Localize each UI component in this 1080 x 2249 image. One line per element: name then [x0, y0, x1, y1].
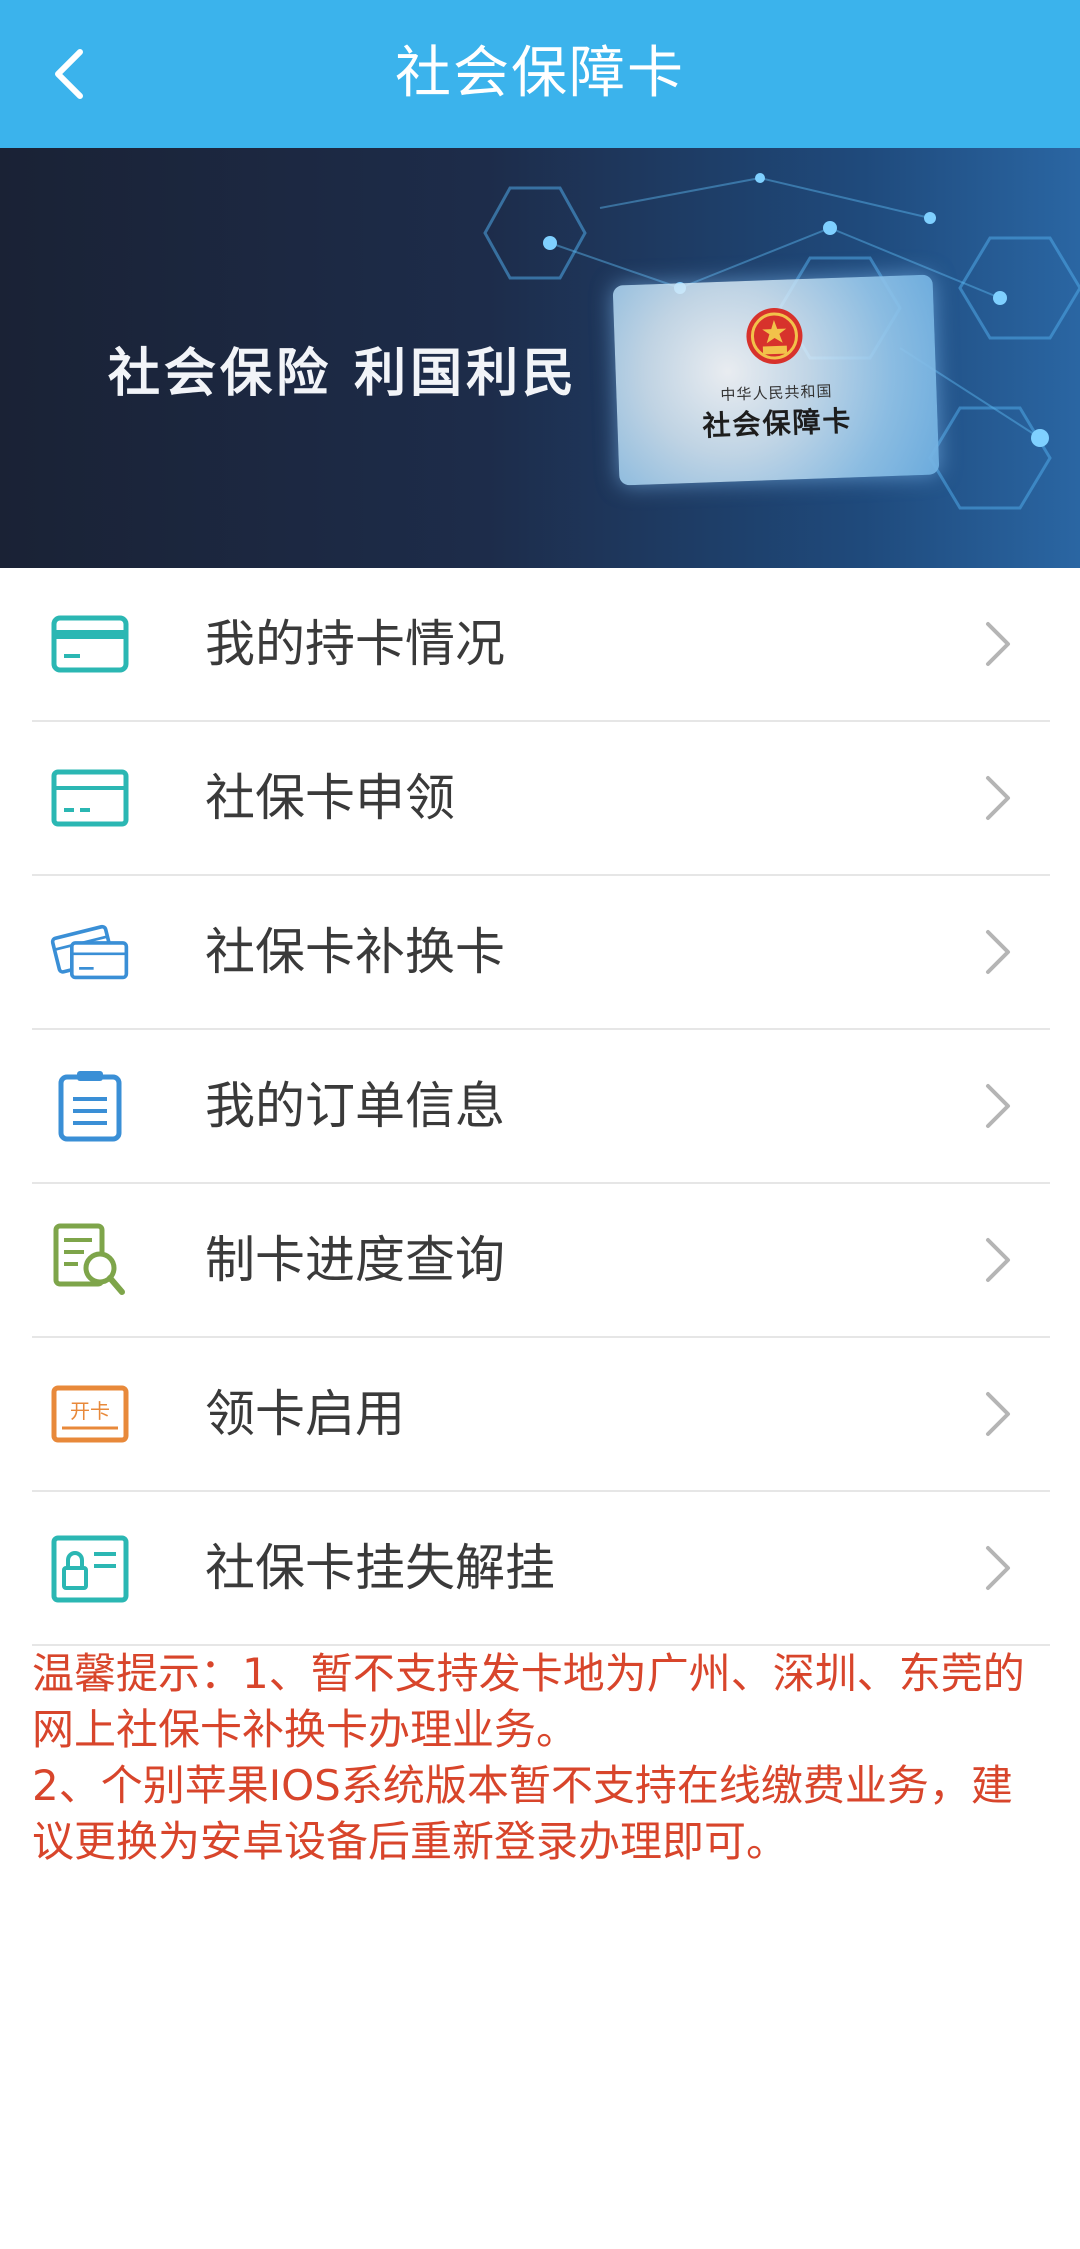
- notice-text: 温馨提示：1、暂不支持发卡地为广州、深圳、东莞的网上社保卡补换卡办理业务。 2、…: [32, 1646, 1050, 1870]
- chevron-right-icon: [986, 1392, 1010, 1436]
- chevron-right-icon: [986, 776, 1010, 820]
- clipboard-icon: [50, 1070, 130, 1142]
- menu-item-label: 社保卡补换卡: [205, 923, 505, 981]
- chevron-right-icon: [986, 622, 1010, 666]
- menu-item-card-replace[interactable]: 社保卡补换卡: [32, 876, 1050, 1030]
- menu-item-card-lock[interactable]: 社保卡挂失解挂: [32, 1492, 1050, 1646]
- menu-item-label: 社保卡挂失解挂: [205, 1539, 555, 1597]
- social-security-card-image: 中华人民共和国 社会保障卡: [612, 274, 940, 486]
- card-lock-icon: [50, 1532, 130, 1604]
- card-icon: [50, 608, 130, 680]
- document-search-icon: [50, 1223, 130, 1296]
- menu-item-card-status[interactable]: 我的持卡情况: [32, 568, 1050, 722]
- menu-item-label: 我的持卡情况: [205, 615, 505, 673]
- card-apply-icon: [50, 762, 130, 834]
- chevron-right-icon: [986, 1546, 1010, 1590]
- page-title: 社会保障卡: [395, 41, 685, 106]
- menu-item-label: 领卡启用: [205, 1385, 405, 1443]
- service-menu: 我的持卡情况 社保卡申领 社保卡补换卡 我的订单信息 制卡进度查询 开卡 领卡启…: [32, 568, 1050, 1646]
- notice-line-1: 温馨提示：1、暂不支持发卡地为广州、深圳、东莞的网上社保卡补换卡办理业务。: [32, 1649, 1025, 1754]
- banner-slogan: 社会保险 利国利民: [108, 344, 579, 404]
- top-navigation-bar: 社会保障卡: [0, 0, 1080, 148]
- chevron-right-icon: [986, 930, 1010, 974]
- card-activate-icon-text: 开卡: [70, 1399, 110, 1423]
- notice-line-2: 2、个别苹果IOS系统版本暂不支持在线缴费业务，建议更换为安卓设备后重新登录办理…: [32, 1761, 1013, 1866]
- chevron-right-icon: [986, 1238, 1010, 1282]
- menu-item-label: 制卡进度查询: [205, 1231, 505, 1289]
- cards-replace-icon: [50, 916, 130, 988]
- banner: 社会保险 利国利民 中华人民共和国 社会保障卡: [0, 148, 1080, 568]
- menu-item-progress-query[interactable]: 制卡进度查询: [32, 1184, 1050, 1338]
- menu-item-orders[interactable]: 我的订单信息: [32, 1030, 1050, 1184]
- card-activate-icon: 开卡: [50, 1378, 130, 1450]
- national-emblem-icon: [746, 308, 803, 365]
- menu-item-label: 我的订单信息: [205, 1077, 505, 1135]
- chevron-right-icon: [986, 1084, 1010, 1128]
- menu-item-label: 社保卡申领: [205, 769, 455, 827]
- menu-item-card-apply[interactable]: 社保卡申领: [32, 722, 1050, 876]
- menu-item-card-activate[interactable]: 开卡 领卡启用: [32, 1338, 1050, 1492]
